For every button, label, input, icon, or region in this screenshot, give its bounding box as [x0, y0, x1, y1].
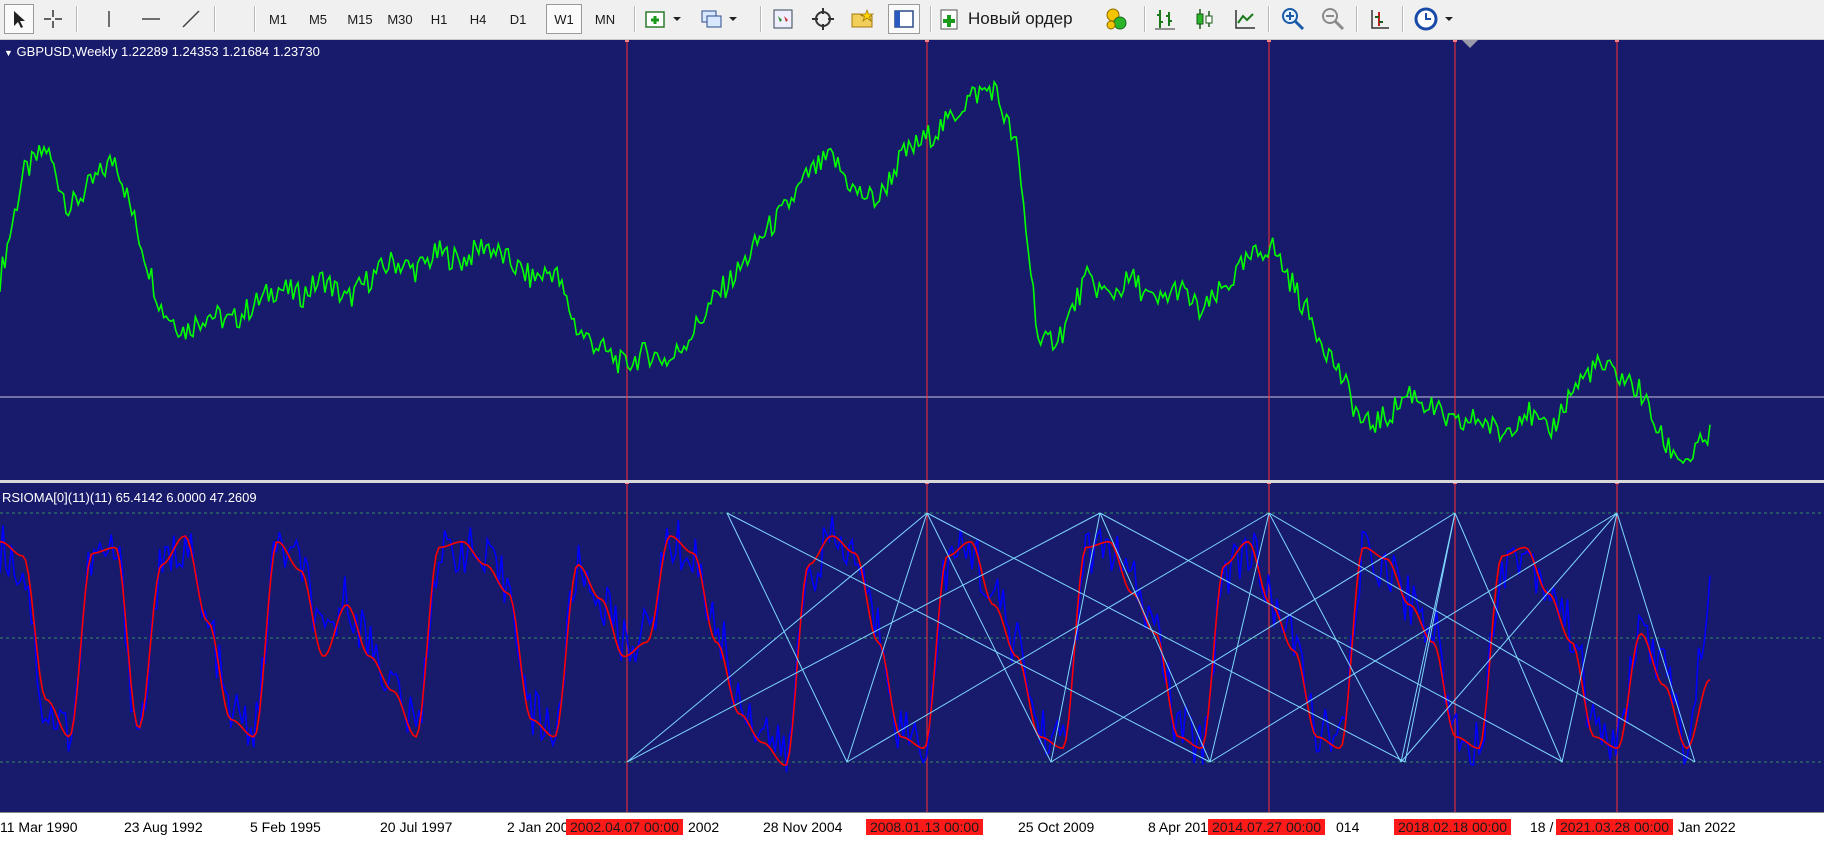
symbol-info: GBPUSD,Weekly 1.22289 1.24353 1.21684 1.… — [16, 44, 320, 59]
line-chart-icon — [1235, 10, 1255, 29]
chart-shift-icon — [1371, 10, 1389, 29]
marker-time-label: 2021.03.28 00:00 — [1556, 819, 1673, 835]
toolbar: Новый ордер M1 M5 M15 M30 H1 H4 D1 W1 MN — [0, 0, 1824, 40]
shift-marker-icon — [1462, 40, 1478, 48]
price-line — [0, 79, 1711, 465]
chart-svg — [0, 40, 1824, 812]
ma-line — [0, 535, 1711, 767]
separator — [76, 6, 78, 32]
zoom-out-icon — [1322, 8, 1345, 31]
time-axis-label: 28 Nov 2004 — [763, 819, 843, 835]
profiles-button[interactable] — [696, 4, 742, 34]
candlestick-button[interactable] — [1190, 4, 1220, 34]
time-axis-label: 18 / — [1530, 819, 1554, 835]
separator — [214, 6, 216, 32]
profiles-icon — [701, 10, 737, 28]
market-watch-button[interactable] — [768, 4, 798, 34]
separator — [1402, 6, 1404, 32]
line-chart-button[interactable] — [1230, 4, 1260, 34]
trendline-button[interactable] — [176, 4, 206, 34]
marker-time-label: 2002.04.07 00:00 — [566, 819, 683, 835]
marker-time-label: 2014.07.27 00:00 — [1208, 819, 1325, 835]
crosshair-icon — [44, 10, 62, 28]
timeframe-d1[interactable]: D1 — [500, 4, 536, 34]
time-axis: 11 Mar 1990 23 Aug 1992 5 Feb 1995 20 Jul 1… — [0, 812, 1824, 846]
timeframe-m30[interactable]: M30 — [380, 4, 420, 34]
time-axis-label: 2 Jan 200 — [507, 819, 569, 835]
navigator-button[interactable] — [808, 4, 838, 34]
vertical-line-button[interactable] — [94, 4, 124, 34]
timeframe-m5[interactable]: M5 — [300, 4, 336, 34]
dropdown-triangle-icon[interactable]: ▼ — [4, 48, 13, 58]
separator — [1144, 6, 1146, 32]
expert-advisors-button[interactable] — [1100, 4, 1132, 34]
folder-star-icon — [851, 8, 875, 28]
bar-chart-button[interactable] — [1150, 4, 1180, 34]
time-axis-label: 8 Apr 201 — [1148, 819, 1208, 835]
separator — [254, 6, 256, 32]
time-axis-label: 014 — [1336, 819, 1360, 835]
timeframe-h4[interactable]: H4 — [460, 4, 496, 34]
window-icon — [894, 10, 914, 28]
clock-icon — [1414, 7, 1453, 31]
separator — [1268, 6, 1270, 32]
chart-shift-button[interactable] — [1364, 4, 1394, 34]
bar-chart-icon — [1155, 10, 1175, 30]
main-chart-title: ▼ GBPUSD,Weekly 1.22289 1.24353 1.21684 … — [4, 44, 320, 59]
market-watch-icon — [773, 9, 793, 29]
horizontal-line-button[interactable] — [136, 4, 166, 34]
vertical-line-icon — [108, 11, 110, 27]
marker-time-label: 2018.02.18 00:00 — [1394, 819, 1511, 835]
marker-time-label: 2008.01.13 00:00 — [866, 819, 983, 835]
new-chart-icon — [645, 11, 681, 28]
marker-handle-top-1 — [925, 40, 929, 42]
zoom-in-icon — [1282, 8, 1305, 31]
time-axis-label: Jan 2022 — [1678, 819, 1736, 835]
marker-handle-top-0 — [625, 40, 629, 42]
separator — [760, 6, 762, 32]
new-order-button[interactable]: Новый ордер — [938, 4, 1098, 34]
marker-handle-top-4 — [1615, 40, 1619, 42]
crosshair-button[interactable] — [38, 4, 68, 34]
timeframe-m15[interactable]: M15 — [340, 4, 380, 34]
marker-handle-top-2 — [1267, 40, 1271, 42]
time-axis-label: 2002 — [688, 819, 720, 835]
favorites-button[interactable] — [848, 4, 878, 34]
target-icon — [812, 8, 834, 30]
chart-window[interactable]: ▼ GBPUSD,Weekly 1.22289 1.24353 1.21684 … — [0, 40, 1824, 812]
separator — [930, 6, 932, 32]
terminal-button[interactable] — [888, 4, 920, 34]
expert-advisor-icon — [1106, 8, 1127, 30]
new-chart-button[interactable] — [640, 4, 686, 34]
indicator-title: RSIOMA[0](11)(11) 65.4142 6.0000 47.2609 — [2, 490, 257, 505]
marker-handle-top-3 — [1453, 40, 1457, 42]
new-order-icon — [940, 9, 958, 30]
zoom-in-button[interactable] — [1278, 4, 1308, 34]
arrow-cursor-icon — [14, 11, 25, 28]
timeframe-mn[interactable]: MN — [586, 4, 624, 34]
timeframe-m1[interactable]: M1 — [260, 4, 296, 34]
time-axis-label: 5 Feb 1995 — [250, 819, 321, 835]
time-axis-label: 20 Jul 1997 — [380, 819, 453, 835]
new-order-label: Новый ордер — [968, 9, 1073, 28]
fan-line-8 — [1099, 512, 1564, 763]
pane-divider[interactable] — [0, 480, 1824, 483]
timeframe-h1[interactable]: H1 — [422, 4, 456, 34]
time-axis-label: 11 Mar 1990 — [0, 819, 78, 835]
cursor-button[interactable] — [4, 4, 34, 34]
horizontal-line-icon — [142, 18, 160, 20]
periods-button[interactable] — [1410, 4, 1460, 34]
separator — [634, 6, 636, 32]
zoom-out-button[interactable] — [1318, 4, 1348, 34]
time-axis-label: 23 Aug 1992 — [124, 819, 203, 835]
trendline-icon — [182, 10, 200, 28]
candlestick-icon — [1196, 9, 1213, 29]
separator — [1356, 6, 1358, 32]
timeframe-w1[interactable]: W1 — [546, 4, 582, 34]
time-axis-label: 25 Oct 2009 — [1018, 819, 1095, 835]
